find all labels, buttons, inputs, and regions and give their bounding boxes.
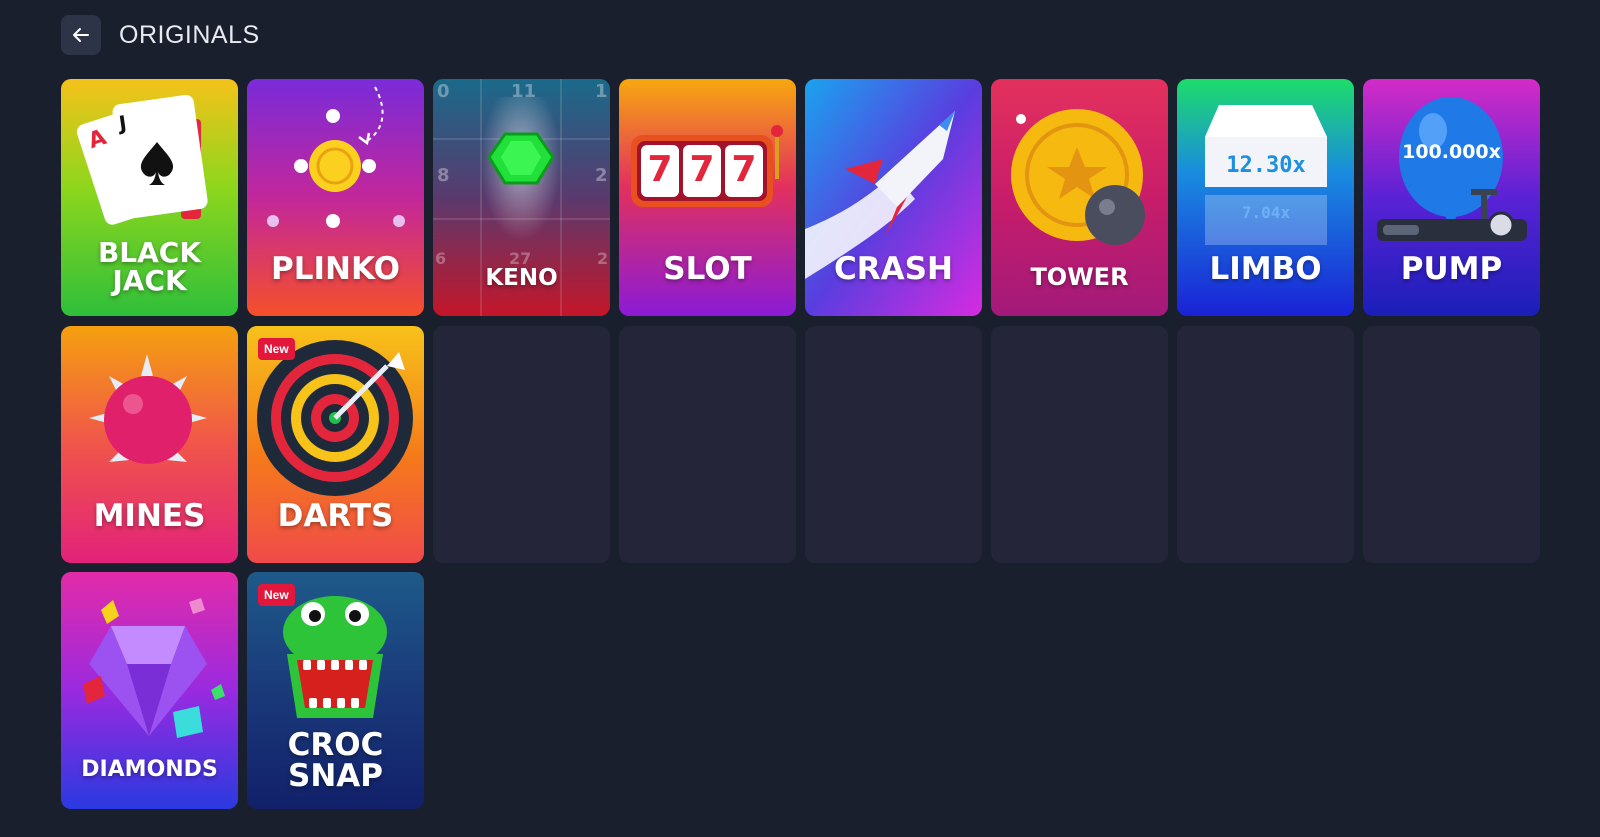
keno-number: 2 [597,249,609,268]
game-card-darts[interactable]: New DARTS [247,326,424,563]
game-label: PUMP [1400,251,1503,287]
game-card-crash[interactable]: CRASH [805,79,982,316]
game-card-diamonds[interactable]: DIAMONDS [61,572,238,809]
limbo-multiplier-reflection: 7.04x [1241,203,1291,222]
empty-slot [619,326,796,563]
empty-slot [805,326,982,563]
game-card-blackjack[interactable]: A J BLACK JACK [61,79,238,316]
empty-slot [1363,326,1540,563]
game-card-tower[interactable]: TOWER [991,79,1168,316]
game-label: LIMBO [1209,251,1322,287]
game-label: DIAMONDS [81,757,218,782]
new-badge: New [258,338,295,360]
game-card-slot[interactable]: 7 7 7 SLOT [619,79,796,316]
page-title: ORIGINALS [119,20,260,49]
game-label: KENO [485,265,558,291]
back-button[interactable] [61,15,101,55]
empty-slot [1177,326,1354,563]
slot-reel-digit: 7 [689,149,715,190]
new-badge: New [258,584,295,606]
game-label: CRASH [834,251,953,287]
game-label: PLINKO [271,251,400,287]
keno-number: 11 [511,81,537,102]
game-label: CROC SNAP [287,727,384,794]
empty-slot [991,326,1168,563]
arrow-left-icon [73,28,89,42]
game-label: MINES [93,498,206,534]
limbo-multiplier: 12.30x [1226,153,1306,178]
game-label: SLOT [663,251,752,287]
game-card-pump[interactable]: 100.000x PUMP [1363,79,1540,316]
keno-number: 1 [595,81,608,102]
slot-reel-digit: 7 [731,149,757,190]
game-card-mines[interactable]: MINES [61,326,238,563]
empty-slot [433,326,610,563]
slot-reel-digit: 7 [647,149,673,190]
pump-multiplier: 100.000x [1402,141,1501,163]
game-label: BLACK JACK [97,236,202,297]
game-label: DARTS [277,498,394,534]
keno-number: 0 [437,81,450,102]
game-label: TOWER [1030,263,1129,291]
keno-number: 2 [595,165,608,186]
game-card-limbo[interactable]: 12.30x 7.04x LIMBO [1177,79,1354,316]
keno-number: 6 [435,249,447,268]
page-header: ORIGINALS [61,15,260,55]
game-card-plinko[interactable]: PLINKO [247,79,424,316]
game-card-keno[interactable]: 0 11 1 8 2 6 27 2 KENO [433,79,610,316]
keno-number: 8 [437,165,450,186]
game-card-croc-snap[interactable]: New CROC SNAP [247,572,424,809]
